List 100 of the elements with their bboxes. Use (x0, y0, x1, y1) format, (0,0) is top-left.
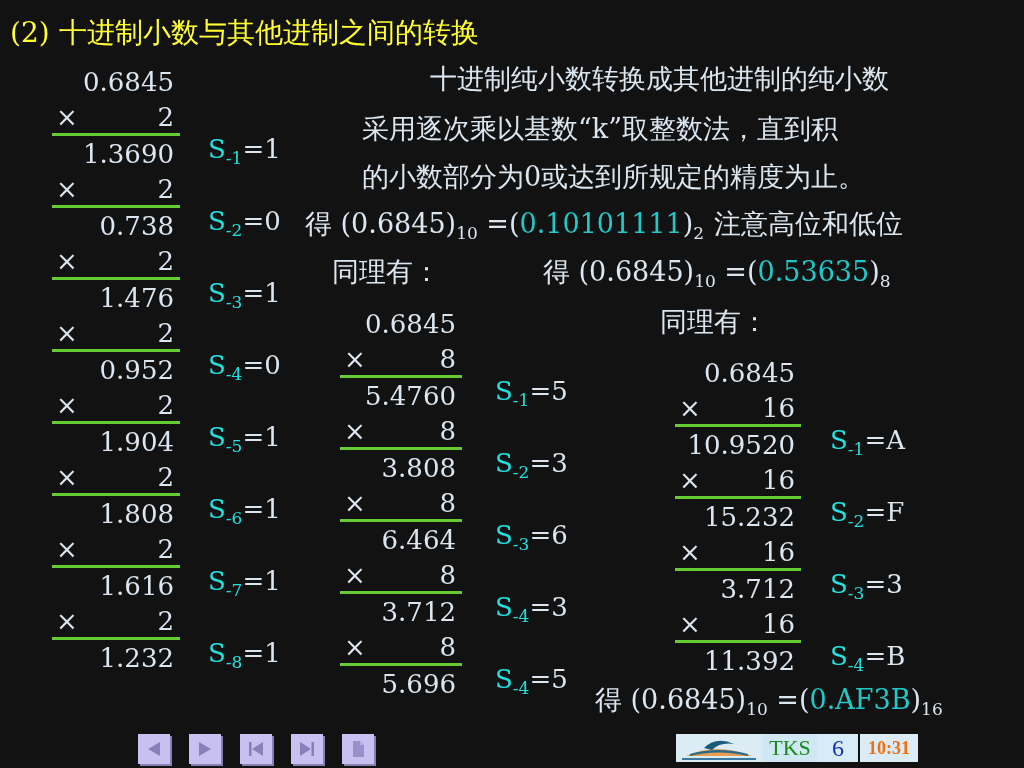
number: 16 (761, 535, 795, 568)
digit-value: =5 (529, 664, 568, 695)
number: 0.738 (99, 210, 174, 242)
digit-value: =1 (242, 566, 281, 597)
digit-label: S$_{-2}$ (830, 497, 865, 528)
times-sign: × (56, 244, 78, 277)
number: 2 (157, 460, 174, 493)
number: 1.616 (99, 570, 174, 602)
slide-title: (2) 十进制小数与其他进制之间的转换 (10, 15, 479, 51)
digit-value: =1 (242, 278, 281, 309)
body-text: 同理有： (332, 255, 440, 289)
number: 2 (157, 316, 174, 349)
result-value: 0.10101111 (519, 207, 683, 241)
page-number: 6 (818, 734, 858, 762)
result-text: )$_{2}$ (682, 207, 705, 246)
digit-value: =1 (242, 494, 281, 525)
number: 11.392 (704, 645, 795, 677)
number: 0.6845 (365, 308, 456, 340)
logo-icon (676, 734, 762, 762)
times-sign: × (56, 316, 78, 349)
digit-label: S$_{-4}$ (208, 350, 243, 381)
number: 8 (439, 342, 456, 375)
times-sign: × (679, 607, 701, 640)
last-button[interactable] (291, 734, 323, 764)
digit-value: =0 (242, 350, 281, 381)
digit-label: S$_{-8}$ (208, 638, 243, 669)
number: 2 (157, 604, 174, 637)
body-text: 采用逐次乘以基数“k”取整数法，直到积 (362, 112, 838, 146)
number: 10.9520 (687, 429, 795, 461)
number: 8 (439, 414, 456, 447)
times-sign: × (344, 414, 366, 447)
number: 16 (761, 607, 795, 640)
digit-label: S$_{-7}$ (208, 566, 243, 597)
times-sign: × (679, 463, 701, 496)
result-text: )$_{8}$ (869, 255, 891, 294)
digit-label: S$_{-2}$ (495, 448, 530, 479)
body-text: 十进制纯小数转换成其他进制的纯小数 (430, 62, 889, 96)
digit-value: =1 (242, 422, 281, 453)
times-sign: × (679, 391, 701, 424)
previous-button[interactable] (138, 734, 170, 764)
number: 6.464 (381, 524, 456, 556)
number: 2 (157, 388, 174, 421)
number: 5.4760 (365, 380, 456, 412)
body-text: 同理有： (660, 305, 768, 339)
number: 0.6845 (704, 357, 795, 389)
first-button[interactable] (240, 734, 272, 764)
note-text: 注意高位和低位 (714, 207, 904, 241)
number: 15.232 (704, 501, 795, 533)
digit-value: =1 (242, 638, 281, 669)
result-text: 得 (0.6845)$_{10}$ =( (595, 683, 810, 722)
body-text: 的小数部分为0或达到所规定的精度为止。 (362, 160, 866, 194)
times-sign: × (56, 532, 78, 565)
number: 8 (439, 486, 456, 519)
digit-label: S$_{-4}$ (830, 641, 865, 672)
times-sign: × (56, 460, 78, 493)
clock-time: 10:31 (860, 734, 918, 762)
times-sign: × (679, 535, 701, 568)
times-sign: × (56, 100, 78, 133)
digit-label: S$_{-1}$ (208, 134, 243, 165)
digit-label: S$_{-6}$ (208, 494, 243, 525)
number: 8 (439, 558, 456, 591)
digit-label: S$_{-3}$ (830, 569, 865, 600)
digit-value: =3 (529, 592, 568, 623)
digit-value: =A (864, 425, 905, 456)
number: 5.696 (381, 668, 456, 700)
times-sign: × (56, 604, 78, 637)
number: 16 (761, 463, 795, 496)
times-sign: × (56, 172, 78, 205)
result-text: 得 (0.6845)$_{10}$ =( (305, 207, 520, 246)
digit-label: S$_{-1}$ (830, 425, 865, 456)
number: 3.712 (720, 573, 795, 605)
digit-label: S$_{-2}$ (208, 206, 243, 237)
number: 0.6845 (83, 66, 174, 98)
digit-value: =3 (864, 569, 903, 600)
digit-value: =1 (242, 134, 281, 165)
digit-value: =5 (529, 376, 568, 407)
number: 0.952 (99, 354, 174, 386)
number: 3.808 (381, 452, 456, 484)
digit-label: S$_{-4}$ (495, 592, 530, 623)
number: 1.232 (99, 642, 174, 674)
times-sign: × (344, 558, 366, 591)
times-sign: × (344, 630, 366, 663)
number: 1.476 (99, 282, 174, 314)
times-sign: × (56, 388, 78, 421)
number: 16 (761, 391, 795, 424)
result-value: 0.53635 (757, 255, 870, 289)
number: 8 (439, 630, 456, 663)
digit-value: =3 (529, 448, 568, 479)
next-button[interactable] (189, 734, 221, 764)
result-text: )$_{16}$ (910, 683, 943, 722)
result-text: 得 (0.6845)$_{10}$ =( (543, 255, 758, 294)
digit-label: S$_{-3}$ (208, 278, 243, 309)
number: 1.904 (99, 426, 174, 458)
number: 2 (157, 532, 174, 565)
digit-value: =6 (529, 520, 568, 551)
page-button[interactable] (342, 734, 374, 764)
digit-label: S$_{-3}$ (495, 520, 530, 551)
times-sign: × (344, 342, 366, 375)
number: 3.712 (381, 596, 456, 628)
number: 1.3690 (83, 138, 174, 170)
